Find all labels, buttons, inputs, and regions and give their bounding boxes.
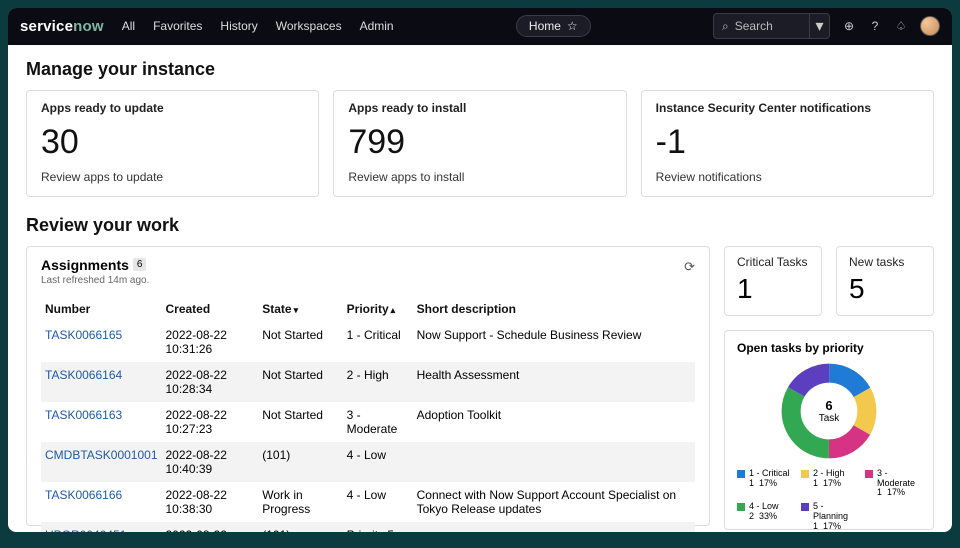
- legend-item[interactable]: 5 - Planning1 17%: [801, 502, 857, 532]
- col-created[interactable]: Created: [162, 296, 259, 322]
- avatar[interactable]: [920, 16, 940, 36]
- nav-all[interactable]: All: [122, 19, 135, 33]
- legend-item[interactable]: 4 - Low2 33%: [737, 502, 793, 532]
- card-apps-install[interactable]: Apps ready to install 799 Review apps to…: [333, 90, 626, 197]
- donut-chart[interactable]: 6 Task: [779, 361, 879, 461]
- refresh-icon[interactable]: ⟳: [684, 259, 695, 275]
- card-value: -1: [656, 123, 919, 162]
- task-link[interactable]: TASK0066165: [45, 328, 122, 342]
- search-placeholder: Search: [735, 19, 773, 33]
- chart-panel: Open tasks by priority 6 Task 1 - Critic…: [724, 330, 934, 530]
- mini-label: New tasks: [849, 255, 921, 269]
- table-row[interactable]: UPGR00404512022-08-22 10:39:59(101)Prior…: [41, 522, 695, 532]
- donut-center: 6 Task: [779, 361, 879, 461]
- search-dropdown[interactable]: ▾: [809, 14, 829, 38]
- nav-workspaces[interactable]: Workspaces: [276, 19, 342, 33]
- task-link[interactable]: TASK0066164: [45, 368, 122, 382]
- review-heading: Review your work: [26, 215, 934, 236]
- card-value: 799: [348, 123, 611, 162]
- legend-item[interactable]: 1 - Critical1 17%: [737, 469, 793, 499]
- globe-icon[interactable]: ⊕: [842, 19, 856, 33]
- table-row[interactable]: TASK00661662022-08-22 10:38:30Work in Pr…: [41, 482, 695, 522]
- table-row[interactable]: CMDBTASK00010012022-08-22 10:40:39(101)4…: [41, 442, 695, 482]
- bell-icon[interactable]: ♤: [894, 19, 908, 33]
- home-pill-label: Home: [529, 19, 561, 33]
- card-security-notifs[interactable]: Instance Security Center notifications -…: [641, 90, 934, 197]
- main-nav: All Favorites History Workspaces Admin: [122, 19, 394, 33]
- table-row[interactable]: TASK00661642022-08-22 10:28:34Not Starte…: [41, 362, 695, 402]
- stat-cards-row: Apps ready to update 30 Review apps to u…: [26, 90, 934, 197]
- mini-value: 1: [737, 273, 809, 305]
- card-new-tasks[interactable]: New tasks 5: [836, 246, 934, 316]
- nav-history[interactable]: History: [220, 19, 257, 33]
- help-icon[interactable]: ?: [868, 19, 882, 33]
- logo: servicenow: [20, 18, 104, 35]
- card-sub: Review notifications: [656, 170, 919, 184]
- card-sub: Review apps to install: [348, 170, 611, 184]
- mini-label: Critical Tasks: [737, 255, 809, 269]
- col-number[interactable]: Number: [41, 296, 162, 322]
- col-priority[interactable]: Priority▴: [343, 296, 413, 322]
- card-label: Apps ready to install: [348, 101, 611, 115]
- top-icons: ⊕ ? ♤: [842, 16, 940, 36]
- col-desc[interactable]: Short description: [413, 296, 695, 322]
- col-state[interactable]: State▾: [258, 296, 342, 322]
- task-link[interactable]: CMDBTASK0001001: [45, 448, 158, 462]
- legend-item[interactable]: 2 - High1 17%: [801, 469, 857, 499]
- home-pill[interactable]: Home ☆: [516, 15, 591, 37]
- chevron-down-icon: ▾: [815, 16, 823, 36]
- mini-value: 5: [849, 273, 921, 305]
- card-label: Instance Security Center notifications: [656, 101, 919, 115]
- search-icon: ⌕: [722, 19, 729, 34]
- chart-legend: 1 - Critical1 17% 2 - High1 17% 3 - Modera…: [737, 469, 921, 532]
- table-row[interactable]: TASK00661652022-08-22 10:31:26Not Starte…: [41, 322, 695, 362]
- star-icon: ☆: [567, 19, 578, 33]
- legend-item[interactable]: 3 - Moderate1 17%: [865, 469, 921, 499]
- task-link[interactable]: TASK0066166: [45, 488, 122, 502]
- table-row[interactable]: TASK00661632022-08-22 10:27:23Not Starte…: [41, 402, 695, 442]
- manage-heading: Manage your instance: [26, 59, 934, 80]
- card-apps-update[interactable]: Apps ready to update 30 Review apps to u…: [26, 90, 319, 197]
- chart-title: Open tasks by priority: [737, 341, 921, 355]
- card-value: 30: [41, 123, 304, 162]
- search[interactable]: ⌕ Search ▾: [713, 13, 830, 39]
- assignments-count: 6: [133, 258, 147, 271]
- card-sub: Review apps to update: [41, 170, 304, 184]
- last-refreshed: Last refreshed 14m ago.: [41, 275, 695, 286]
- sort-desc-icon: ▾: [294, 305, 299, 315]
- assignments-title: Assignments: [41, 257, 129, 273]
- sort-asc-icon: ▴: [391, 305, 396, 315]
- nav-admin[interactable]: Admin: [360, 19, 394, 33]
- top-bar: servicenow All Favorites History Workspa…: [8, 8, 952, 45]
- nav-favorites[interactable]: Favorites: [153, 19, 202, 33]
- card-label: Apps ready to update: [41, 101, 304, 115]
- assignments-table: Number Created State▾ Priority▴ Short de…: [41, 296, 695, 532]
- task-link[interactable]: TASK0066163: [45, 408, 122, 422]
- assignments-panel: Assignments 6 Last refreshed 14m ago. ⟳ …: [26, 246, 710, 526]
- task-link[interactable]: UPGR0040451: [45, 528, 126, 532]
- card-critical-tasks[interactable]: Critical Tasks 1: [724, 246, 822, 316]
